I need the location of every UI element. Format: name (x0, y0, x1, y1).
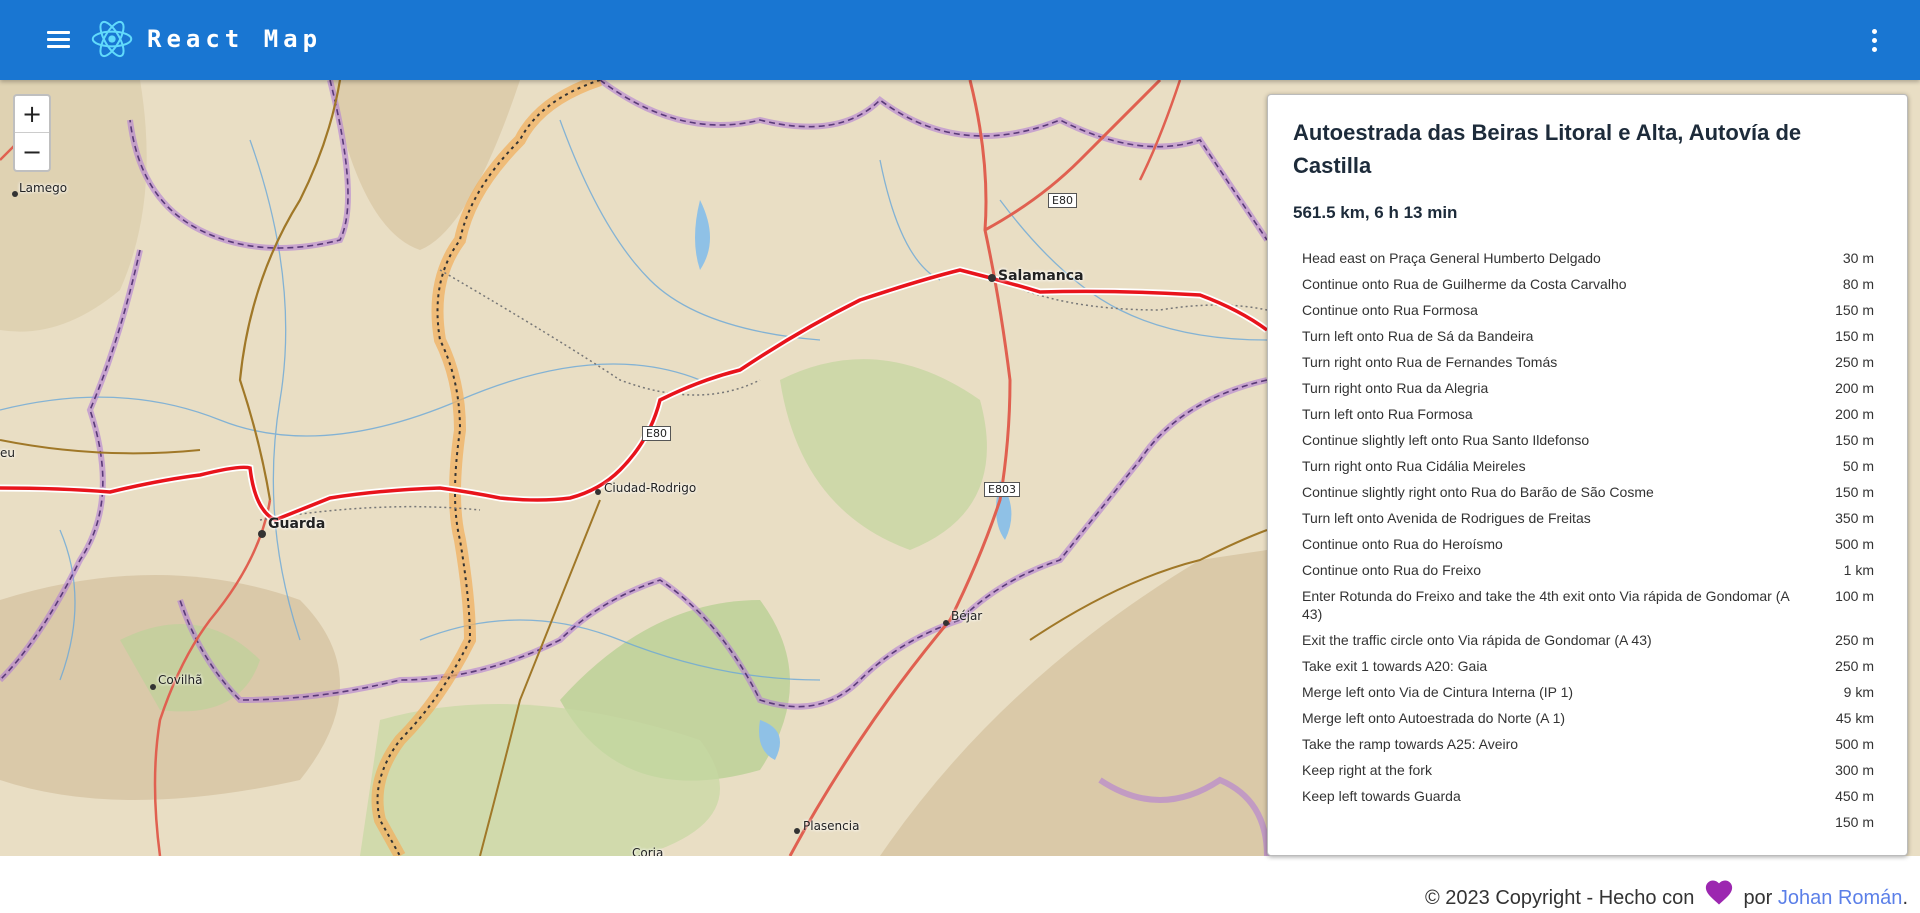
step-instruction: Turn left onto Avenida de Rodrigues de F… (1302, 510, 1591, 526)
directions-panel[interactable]: Autoestrada das Beiras Litoral e Alta, A… (1267, 94, 1908, 856)
step-distance: 250 m (1835, 632, 1874, 648)
step-instruction: Enter Rotunda do Freixo and take the 4th… (1302, 588, 1789, 622)
direction-step[interactable]: Turn left onto Avenida de Rodrigues de F… (1298, 505, 1878, 531)
step-instruction: Take the ramp towards A25: Aveiro (1302, 736, 1519, 752)
direction-step[interactable]: Continue onto Rua Formosa 150 m (1298, 297, 1878, 323)
place-label-ciudad-rodrigo: Ciudad-Rodrigo (604, 481, 697, 495)
step-instruction: Turn left onto Rua Formosa (1302, 406, 1473, 422)
route-title: Autoestrada das Beiras Litoral e Alta, A… (1293, 120, 1802, 178)
step-instruction: Continue slightly left onto Rua Santo Il… (1302, 432, 1590, 448)
step-instruction: Keep right at the fork (1302, 762, 1432, 778)
place-label-salamanca: Salamanca (998, 268, 1084, 284)
direction-step[interactable]: Continue onto Rua de Guilherme da Costa … (1298, 271, 1878, 297)
place-label-plasencia: Plasencia (803, 819, 860, 833)
step-distance: 150 m (1835, 814, 1874, 830)
road-shield-e803: E803 (984, 482, 1020, 497)
footer-text: © 2023 Copyright - Hecho con por Johan R… (1425, 878, 1908, 910)
step-instruction: Head east on Praça General Humberto Delg… (1302, 250, 1601, 266)
direction-step[interactable]: Continue onto Rua do Heroísmo 500 m (1298, 531, 1878, 557)
direction-step[interactable]: Turn right onto Rua da Alegria 200 m (1298, 375, 1878, 401)
step-instruction: Continue slightly right onto Rua do Barã… (1302, 484, 1654, 500)
step-instruction: Turn left onto Rua de Sá da Bandeira (1302, 328, 1534, 344)
step-distance: 1 km (1843, 562, 1874, 578)
more-vert-icon[interactable] (1864, 26, 1884, 56)
step-instruction: Continue onto Rua Formosa (1302, 302, 1478, 318)
step-instruction: Merge left onto Autoestrada do Norte (A … (1302, 710, 1566, 726)
step-distance: 200 m (1835, 380, 1874, 396)
step-distance: 150 m (1835, 328, 1874, 344)
app-bar: React Map (0, 0, 1920, 80)
direction-step[interactable]: Turn left onto Rua Formosa 200 m (1298, 401, 1878, 427)
place-label-coria: Coria (632, 846, 664, 856)
step-distance: 250 m (1835, 354, 1874, 370)
direction-step[interactable]: Continue slightly left onto Rua Santo Il… (1298, 427, 1878, 453)
place-label-left-edge: eu (0, 446, 15, 460)
direction-step[interactable]: Turn right onto Rua de Fernandes Tomás 25… (1298, 349, 1878, 375)
step-distance: 150 m (1835, 302, 1874, 318)
step-distance: 500 m (1835, 536, 1874, 552)
footer: © 2023 Copyright - Hecho con por Johan R… (0, 856, 1920, 913)
step-distance: 450 m (1835, 788, 1874, 804)
direction-step[interactable]: Turn right onto Rua Cidália Meireles 50 m (1298, 453, 1878, 479)
direction-step[interactable]: Turn left onto Rua de Sá da Bandeira 150 … (1298, 323, 1878, 349)
direction-step[interactable]: Take exit 1 towards A20: Gaia 250 m (1298, 653, 1878, 679)
por-text: por (1743, 887, 1773, 909)
footer-period: . (1902, 887, 1908, 909)
step-distance: 500 m (1835, 736, 1874, 752)
step-distance: 200 m (1835, 406, 1874, 422)
direction-step[interactable]: 150 m (1298, 809, 1878, 835)
step-instruction: Turn right onto Rua de Fernandes Tomás (1302, 354, 1558, 370)
step-distance: 150 m (1835, 432, 1874, 448)
step-distance: 9 km (1843, 684, 1874, 700)
direction-step[interactable]: Continue slightly right onto Rua do Barã… (1298, 479, 1878, 505)
hamburger-menu-icon[interactable] (44, 26, 74, 54)
zoom-in-button[interactable]: + (15, 96, 49, 133)
direction-step[interactable]: Continue onto Rua do Freixo 1 km (1298, 557, 1878, 583)
direction-step[interactable]: Enter Rotunda do Freixo and take the 4th… (1298, 583, 1878, 627)
app-title: React Map (147, 25, 323, 53)
step-distance: 50 m (1842, 458, 1874, 474)
place-label-covilha: Covilhã (158, 673, 203, 687)
step-instruction: Exit the traffic circle onto Via rápida … (1302, 632, 1652, 648)
direction-step[interactable]: Head east on Praça General Humberto Delg… (1298, 245, 1878, 271)
copyright-text: © 2023 Copyright - Hecho con (1424, 887, 1695, 909)
step-distance: 100 m (1835, 588, 1874, 604)
step-instruction: Continue onto Rua de Guilherme da Costa … (1302, 276, 1627, 292)
direction-step[interactable]: Merge left onto Autoestrada do Norte (A … (1298, 705, 1878, 731)
direction-step[interactable]: Keep left towards Guarda 450 m (1298, 783, 1878, 809)
step-instruction: Continue onto Rua do Heroísmo (1302, 536, 1503, 552)
step-instruction: Take exit 1 towards A20: Gaia (1302, 658, 1488, 674)
directions-steps-list: Head east on Praça General Humberto Delg… (1298, 245, 1878, 835)
purple-heart-icon (1705, 880, 1732, 905)
step-instruction: Turn right onto Rua Cidália Meireles (1302, 458, 1526, 474)
step-distance: 350 m (1835, 510, 1874, 526)
direction-step[interactable]: Merge left onto Via de Cintura Interna (… (1298, 679, 1878, 705)
road-shield-e80-mid: E80 (642, 426, 671, 441)
step-distance: 45 km (1835, 710, 1874, 726)
zoom-out-button[interactable]: − (15, 133, 49, 170)
place-label-bejar: Béjar (951, 609, 983, 623)
place-label-lamego: Lamego (19, 181, 68, 195)
author-link[interactable]: Johan Román (1778, 887, 1903, 909)
direction-step[interactable]: Exit the traffic circle onto Via rápida … (1298, 627, 1878, 653)
step-distance: 250 m (1835, 658, 1874, 674)
step-instruction: Keep left towards Guarda (1302, 788, 1461, 804)
direction-step[interactable]: Keep right at the fork 300 m (1298, 757, 1878, 783)
step-distance: 30 m (1842, 250, 1874, 266)
place-label-guarda: Guarda (268, 516, 326, 532)
step-distance: 80 m (1842, 276, 1874, 292)
react-atom-icon (91, 20, 133, 58)
route-summary: 561.5 km, 6 h 13 min (1293, 203, 1458, 222)
zoom-control: + − (13, 94, 51, 172)
direction-step[interactable]: Take the ramp towards A25: Aveiro 500 m (1298, 731, 1878, 757)
step-instruction: Continue onto Rua do Freixo (1302, 562, 1481, 578)
road-shield-e80: E80 (1048, 193, 1077, 208)
step-distance: 150 m (1835, 484, 1874, 500)
step-instruction: Turn right onto Rua da Alegria (1302, 380, 1489, 396)
step-distance: 300 m (1835, 762, 1874, 778)
step-instruction: Merge left onto Via de Cintura Interna (… (1302, 684, 1574, 700)
